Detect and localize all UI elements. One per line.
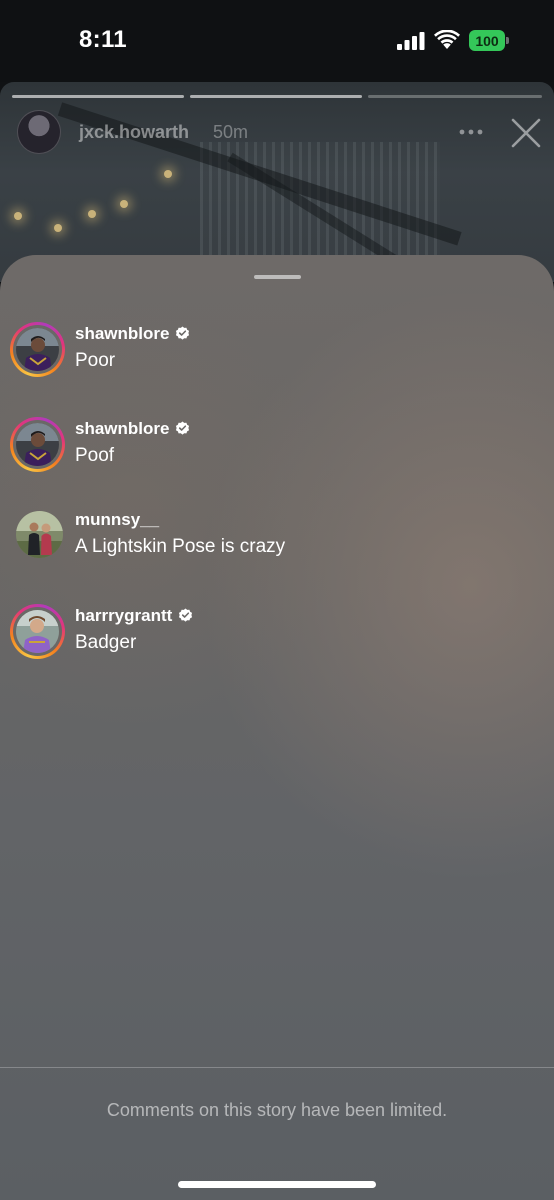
comment-text: Poof bbox=[75, 445, 115, 466]
more-horizontal-icon[interactable] bbox=[457, 120, 485, 144]
comment-username[interactable]: shawnblore bbox=[75, 324, 190, 344]
avatar-photo bbox=[16, 511, 63, 558]
status-bar: 8:11 100 bbox=[0, 0, 554, 82]
story-light bbox=[164, 170, 172, 178]
story-progress-segment bbox=[12, 95, 184, 98]
comments-limited-notice: Comments on this story have been limited… bbox=[106, 1100, 448, 1120]
home-indicator[interactable] bbox=[178, 1181, 376, 1188]
wifi-icon bbox=[434, 30, 460, 49]
story-light bbox=[120, 200, 128, 208]
comment-username-text[interactable]: munnsy__ bbox=[75, 510, 159, 529]
comment-avatar[interactable] bbox=[10, 417, 65, 472]
verified-badge-icon bbox=[176, 326, 190, 340]
battery-cap bbox=[506, 37, 509, 44]
comment-username[interactable]: shawnblore bbox=[75, 419, 190, 439]
avatar-photo bbox=[16, 328, 59, 371]
comment-username-text[interactable]: harrrygrantt bbox=[75, 606, 172, 625]
comment-text: Poor bbox=[75, 350, 116, 371]
sheet-grabber[interactable] bbox=[254, 275, 301, 279]
comment-username[interactable]: harrrygrantt bbox=[75, 606, 193, 626]
comment-avatar[interactable] bbox=[10, 508, 65, 563]
story-time-ago: 50m bbox=[213, 122, 249, 142]
story-progress-segment bbox=[368, 95, 542, 98]
status-time: 8:11 bbox=[79, 26, 127, 53]
close-icon[interactable] bbox=[509, 116, 543, 150]
comment-text: A Lightskin Pose is crazy bbox=[75, 536, 286, 557]
comment-item: shawnblore Poor bbox=[0, 322, 554, 392]
comment-username-text[interactable]: shawnblore bbox=[75, 419, 169, 438]
battery-icon: 100 bbox=[469, 30, 509, 51]
story-comments-screen: 8:11 100 jxck.howarth 50m shawnblore Poo… bbox=[0, 0, 554, 1200]
battery-level: 100 bbox=[469, 30, 505, 51]
comment-text: Badger bbox=[75, 632, 137, 653]
story-username[interactable]: jxck.howarth bbox=[79, 122, 189, 143]
story-light bbox=[88, 210, 96, 218]
story-header: jxck.howarth 50m bbox=[17, 110, 547, 154]
comment-username[interactable]: munnsy__ bbox=[75, 510, 159, 530]
story-progress-segment bbox=[190, 95, 362, 98]
story-light bbox=[54, 224, 62, 232]
story-light bbox=[14, 212, 22, 220]
avatar-photo bbox=[16, 423, 59, 466]
comment-item: munnsy__ A Lightskin Pose is crazy bbox=[0, 508, 554, 578]
verified-badge-icon bbox=[179, 608, 193, 622]
comment-item: harrrygrantt Badger bbox=[0, 604, 554, 674]
comment-username-text[interactable]: shawnblore bbox=[75, 324, 169, 343]
avatar-photo bbox=[16, 610, 59, 653]
comment-item: shawnblore Poof bbox=[0, 417, 554, 487]
comments-sheet: shawnblore Poor shawnblore Poof munnsy__… bbox=[0, 255, 554, 1200]
story-author-avatar[interactable] bbox=[17, 110, 61, 154]
comment-avatar[interactable] bbox=[10, 322, 65, 377]
comment-avatar[interactable] bbox=[10, 604, 65, 659]
cellular-signal-icon bbox=[397, 32, 425, 50]
verified-badge-icon bbox=[176, 421, 190, 435]
footer-divider bbox=[0, 1067, 554, 1068]
